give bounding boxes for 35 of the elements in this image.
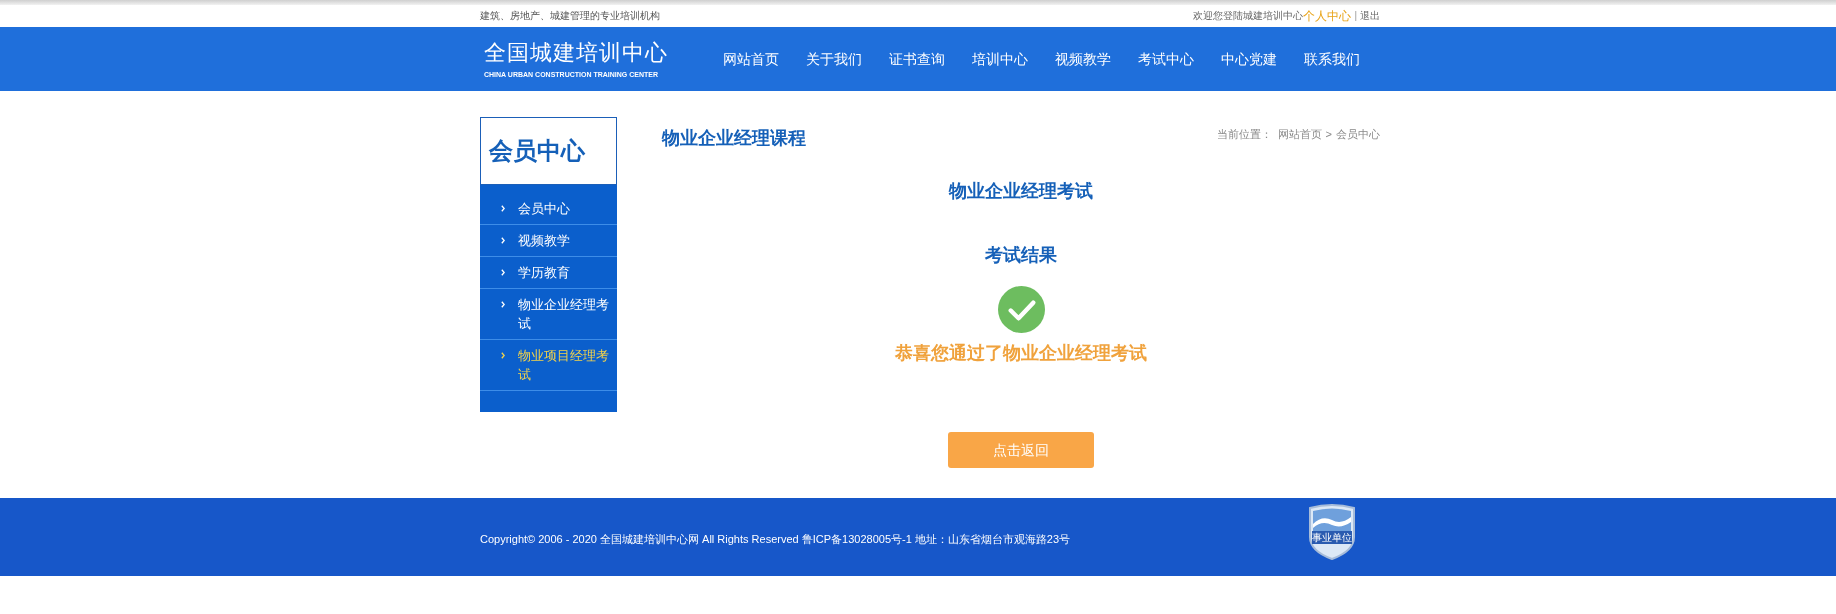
- chevron-icon: [501, 205, 505, 212]
- shield-emblem-icon: [1306, 502, 1358, 560]
- page-title: 物业企业经理课程: [662, 127, 806, 150]
- result-heading: 考试结果: [985, 244, 1057, 266]
- result-message: 恭喜您通过了物业企业经理考试: [895, 342, 1147, 364]
- breadcrumb-link[interactable]: 网站首页: [1277, 127, 1322, 141]
- tagline-text: 建筑、房地产、城建管理的专业培训机构: [480, 10, 660, 22]
- chevron-icon: [501, 269, 505, 276]
- nav-link[interactable]: 联系我们: [1304, 50, 1360, 68]
- nav-link[interactable]: 考试中心: [1138, 50, 1194, 68]
- logo-title: 全国城建培训中心: [484, 39, 669, 66]
- welcome-text: 欢迎您登陆城建培训中心: [1193, 10, 1304, 21]
- breadcrumb-separator: >: [1325, 127, 1332, 141]
- logout-link[interactable]: 退出: [1360, 10, 1380, 22]
- nav-link[interactable]: 培训中心: [972, 50, 1028, 68]
- chevron-icon: [501, 352, 505, 359]
- nav-link[interactable]: 视频教学: [1055, 50, 1111, 68]
- separator-text: |: [1354, 10, 1357, 22]
- chevron-icon: [501, 237, 505, 244]
- sidebar-item[interactable]: 学历教育: [480, 257, 617, 289]
- copyright-text: Copyright© 2006 - 2020 全国城建培训中心网 All Rights Reserved 鲁ICP备13028005号-1 地址：山东省烟台市观海路23号: [480, 532, 1071, 546]
- sidebar-title: 会员中心: [480, 117, 617, 185]
- exam-name: 物业企业经理考试: [949, 180, 1093, 202]
- nav-link[interactable]: 关于我们: [806, 50, 862, 68]
- sidebar-item[interactable]: 物业企业经理考试: [480, 289, 617, 340]
- breadcrumb-label: 当前位置：: [1216, 127, 1272, 141]
- sidebar-item[interactable]: 视频教学: [480, 225, 617, 257]
- sidebar-item[interactable]: 物业项目经理考试: [480, 340, 617, 391]
- badge-label: 事业单位: [1311, 531, 1353, 544]
- breadcrumb-link[interactable]: 会员中心: [1336, 127, 1380, 141]
- nav-link[interactable]: 中心党建: [1221, 50, 1277, 68]
- chevron-icon: [501, 301, 505, 308]
- nav-link[interactable]: 网站首页: [723, 50, 779, 68]
- sidebar-item[interactable]: 会员中心: [480, 193, 617, 225]
- nav-link[interactable]: 证书查询: [889, 50, 945, 68]
